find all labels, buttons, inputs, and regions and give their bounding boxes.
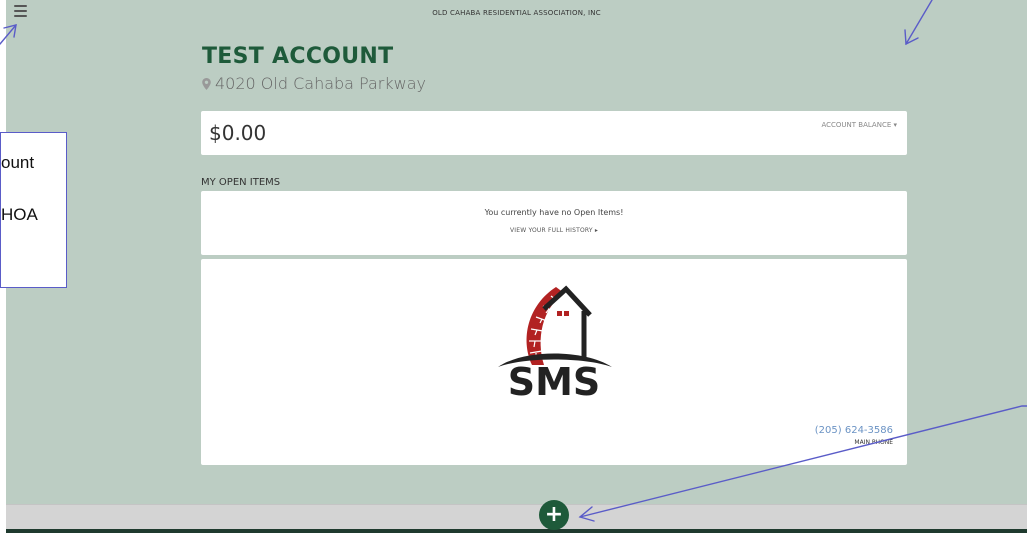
- main-phone-link[interactable]: (205) 624-3586: [815, 425, 893, 436]
- bottom-divider: [6, 529, 1027, 533]
- account-balance-dropdown[interactable]: ACCOUNT BALANCE ▾: [821, 121, 897, 129]
- add-button[interactable]: +: [539, 500, 569, 530]
- annotation-callout-box: ount HOA: [0, 132, 67, 288]
- main-phone-label: MAIN PHONE: [854, 439, 893, 446]
- open-items-card: You currently have no Open Items! VIEW Y…: [201, 191, 907, 255]
- association-name: OLD CAHABA RESIDENTIAL ASSOCIATION, INC: [432, 9, 601, 17]
- account-balance-card: $0.00 ACCOUNT BALANCE ▾: [201, 111, 907, 155]
- sms-logo: SMS: [498, 285, 612, 399]
- view-full-history-link[interactable]: VIEW YOUR FULL HISTORY ▸: [201, 227, 907, 234]
- account-address: 4020 Old Cahaba Parkway: [202, 74, 426, 93]
- company-info-card: SMS (205) 624-3586 MAIN PHONE: [201, 259, 907, 465]
- bottom-toolbar: [6, 504, 1027, 530]
- account-name: TEST ACCOUNT: [202, 44, 394, 69]
- sms-logo-text: SMS: [508, 360, 601, 399]
- address-text: 4020 Old Cahaba Parkway: [215, 74, 426, 93]
- balance-amount: $0.00: [209, 121, 267, 145]
- open-items-empty-message: You currently have no Open Items!: [484, 208, 624, 217]
- annotation-line-1: ount: [1, 153, 35, 172]
- open-items-heading: MY OPEN ITEMS: [201, 177, 281, 188]
- map-pin-icon: [202, 78, 211, 90]
- annotation-line-2: HOA: [1, 205, 38, 224]
- app-background: OLD CAHABA RESIDENTIAL ASSOCIATION, INC …: [6, 0, 1027, 533]
